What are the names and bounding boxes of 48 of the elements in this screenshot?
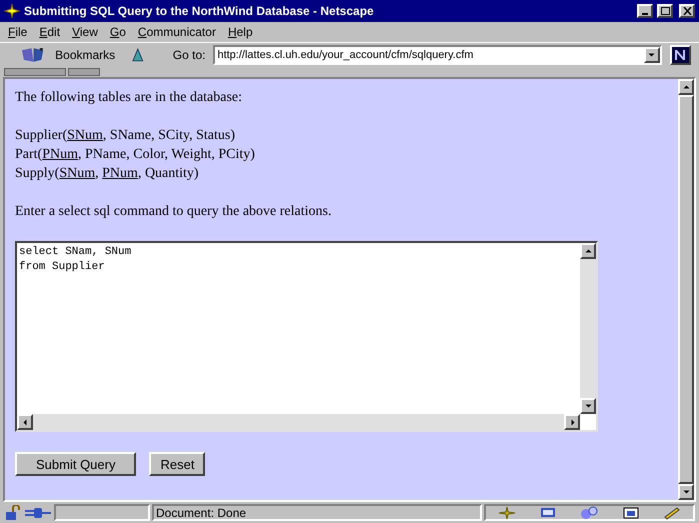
menu-item[interactable]: Go: [110, 23, 126, 41]
menu-item[interactable]: Edit: [39, 23, 60, 41]
triangle-down-icon: [584, 402, 592, 410]
menu-item[interactable]: View: [72, 23, 98, 41]
scroll-left-button[interactable]: [17, 414, 33, 430]
address-book-icon[interactable]: [620, 506, 641, 520]
scroll-up-button[interactable]: [678, 79, 694, 95]
bookmarks-button[interactable]: Bookmarks: [55, 46, 116, 64]
navigator-icon[interactable]: [496, 506, 517, 520]
netscape-logo[interactable]: [670, 45, 692, 65]
triangle-up-icon: [682, 84, 690, 90]
triangle-down-icon: [648, 52, 656, 58]
maximize-button[interactable]: [657, 4, 673, 18]
window-title: Submitting SQL Query to the NorthWind Database - Netscape: [24, 3, 375, 20]
app-icon: [4, 3, 20, 19]
location-icon[interactable]: [131, 47, 145, 63]
form-button[interactable]: Submit Query: [15, 452, 136, 476]
chat-icon[interactable]: [579, 506, 600, 520]
form-button[interactable]: Reset: [149, 452, 206, 476]
scroll-down-button[interactable]: [580, 398, 596, 414]
menu-item[interactable]: Communicator: [138, 23, 216, 41]
triangle-up-icon: [584, 248, 592, 254]
dropdown-button[interactable]: [644, 47, 660, 63]
menu-item[interactable]: Help: [228, 23, 253, 41]
maximize-icon: [660, 7, 670, 15]
close-icon: [682, 7, 692, 15]
triangle-down-icon: [682, 488, 690, 496]
goto-label: Go to:: [172, 47, 206, 64]
close-button[interactable]: [679, 4, 695, 18]
n-logo-icon: [673, 48, 688, 62]
intro-text: The following tables are in the database:: [15, 89, 244, 107]
relation-text: Supplier(SNum, SName, SCity, Status): [15, 127, 236, 145]
triangle-right-icon: [568, 418, 576, 426]
scroll-thumb[interactable]: [678, 95, 694, 484]
minimize-button[interactable]: [637, 4, 653, 18]
relation-text: Part(PNum, PName, Color, Weight, PCity): [15, 146, 256, 164]
triangle-left-icon: [22, 418, 28, 426]
menu-item[interactable]: File: [8, 23, 28, 41]
url-field[interactable]: http://lattes.cl.uh.edu/your_account/cfm/sqlquery.cfm: [213, 45, 662, 65]
prompt-text: Enter a select sql command to query the above relations.: [15, 203, 332, 221]
scroll-right-button[interactable]: [564, 414, 580, 430]
relation-text: Supply(SNum, PNum, Quantity): [15, 165, 200, 183]
composer-icon[interactable]: [662, 506, 682, 520]
scroll-up-button[interactable]: [580, 243, 596, 259]
status-text: Document: Done: [156, 504, 246, 522]
lock-icon[interactable]: [4, 504, 22, 520]
query-textarea[interactable]: select SNam, SNum from Supplier: [15, 241, 598, 432]
scroll-down-button[interactable]: [678, 484, 694, 500]
